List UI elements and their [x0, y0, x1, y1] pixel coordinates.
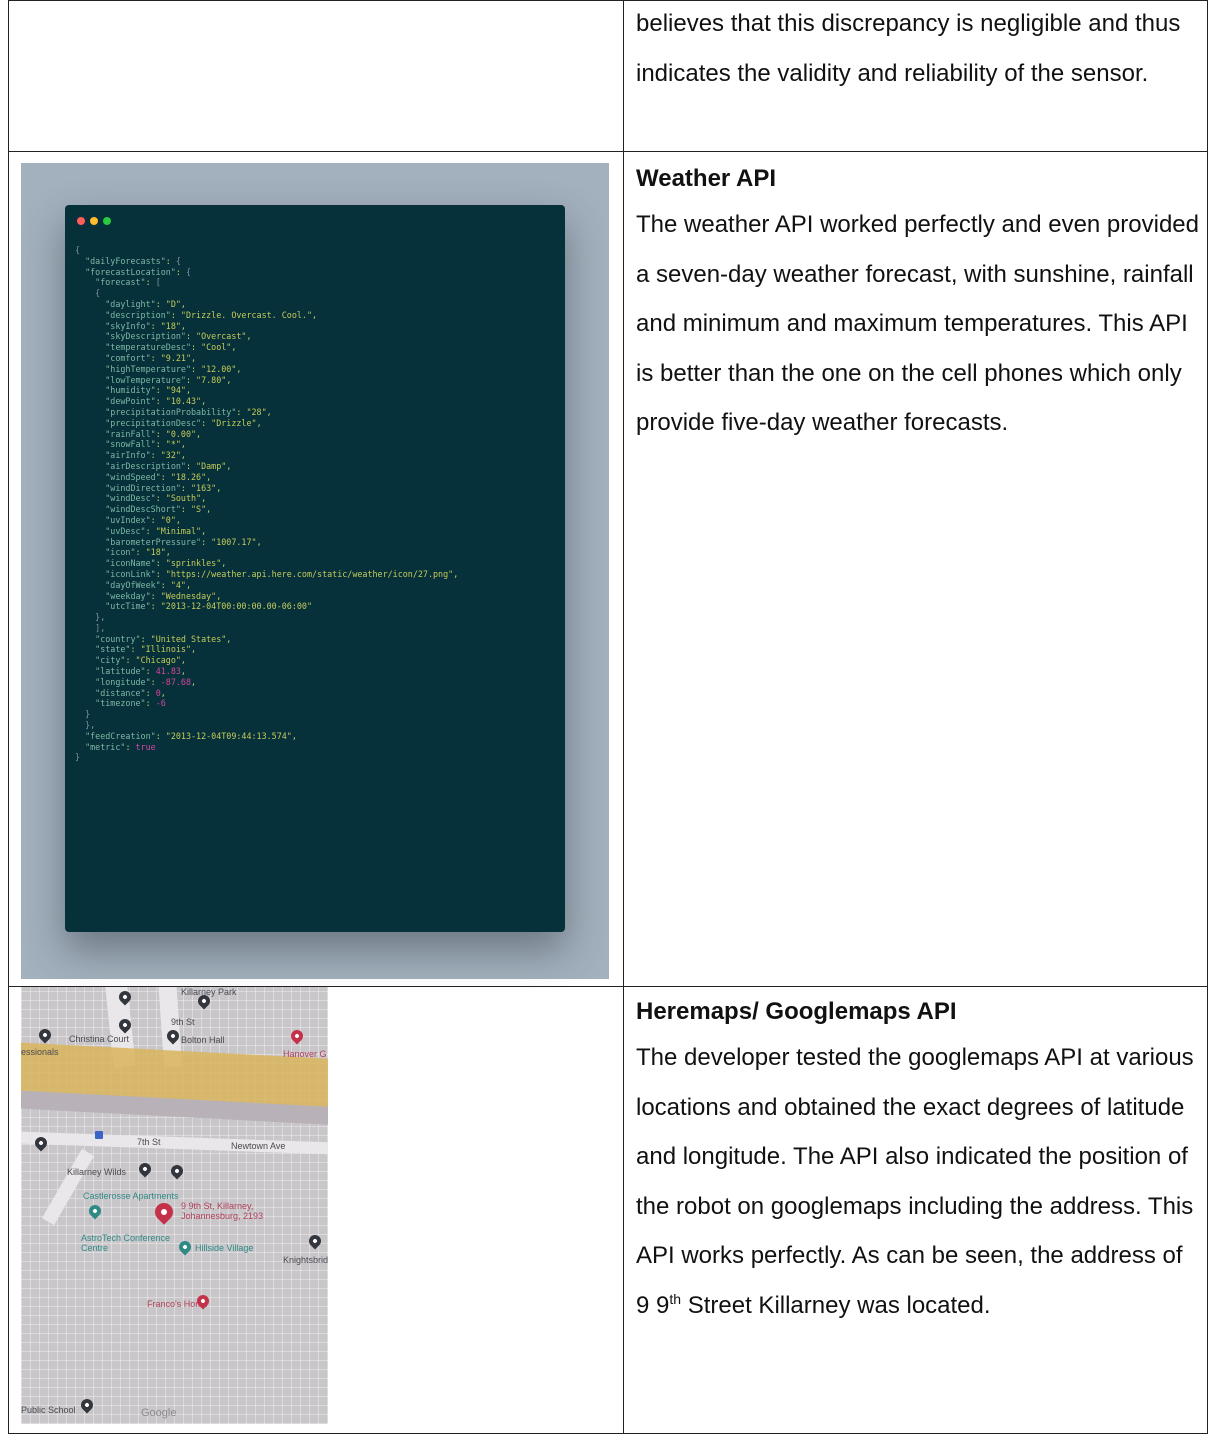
code-line: "lowTemperature": "7.80",: [105, 374, 232, 385]
code-line: "dailyForecasts": {: [85, 255, 181, 266]
map-label: 7th St: [137, 1137, 161, 1147]
code-line: "latitude": 41.83,: [95, 666, 186, 677]
code-line: "uvIndex": "0",: [105, 514, 181, 525]
map-label: Knightsbridge: [283, 1255, 328, 1265]
text-cell: believes that this discrepancy is neglig…: [623, 0, 1208, 152]
code-line: "city": "Chicago",: [95, 655, 186, 666]
transit-icon: [95, 1131, 103, 1139]
code-line: "iconLink": "https://weather.api.here.co…: [105, 568, 459, 579]
code-line: "skyInfo": "18",: [105, 320, 186, 331]
code-line: "humidity": "94",: [105, 385, 191, 396]
address-label: 9 9th St, Killarney, Johannesburg, 2193: [181, 1201, 264, 1221]
empty-cell: [8, 0, 624, 152]
json-code-block: { "dailyForecasts": { "forecastLocation"…: [75, 245, 458, 763]
minimize-dot-icon: [90, 217, 98, 225]
google-logo: Google: [141, 1407, 177, 1419]
code-line: "skyDescription": "Overcast",: [105, 331, 252, 342]
window-controls: [77, 217, 111, 225]
map-label: Hanover G: [283, 1049, 327, 1059]
map-label: Castlerosse Apartments: [83, 1191, 179, 1201]
code-line: }: [85, 709, 91, 720]
map-label: 9th St: [171, 1017, 195, 1027]
text-cell: Weather API The weather API worked perfe…: [623, 151, 1208, 987]
map-label: Public School: [21, 1405, 76, 1415]
code-line: "weekday": "Wednesday",: [105, 590, 222, 601]
code-line: "timezone": -6: [95, 698, 166, 709]
section-body: The weather API worked perfectly and eve…: [636, 211, 1199, 436]
table-row: { "dailyForecasts": { "forecastLocation"…: [8, 151, 1208, 987]
continuation-text: believes that this discrepancy is neglig…: [636, 10, 1181, 87]
code-line: "airInfo": "32",: [105, 450, 186, 461]
code-line: "uvDesc": "Minimal",: [105, 525, 207, 536]
image-cell: Killarney Park 9th St Christina Court Bo…: [8, 986, 624, 1434]
code-line: "description": "Drizzle. Overcast. Cool.…: [105, 309, 318, 320]
code-line: "snowFall": "*",: [105, 439, 186, 450]
code-line: {: [75, 245, 81, 255]
code-line: "highTemperature": "12.00",: [105, 363, 242, 374]
code-line: ],: [95, 622, 106, 633]
code-line: "feedCreation": "2013-12-04T09:44:13.574…: [85, 730, 297, 741]
code-line: },: [85, 720, 96, 731]
text-cell: Heremaps/ Googlemaps API The developer t…: [623, 986, 1208, 1434]
code-line: "windDesc": "South",: [105, 493, 207, 504]
close-dot-icon: [77, 217, 85, 225]
code-line: "country": "United States",: [95, 633, 232, 644]
map-label: Hillside Village: [195, 1243, 254, 1253]
code-line: "forecastLocation": {: [85, 266, 191, 277]
code-line: "barometerPressure": "1007.17",: [105, 536, 262, 547]
code-line: "state": "Illinois",: [95, 644, 197, 655]
map-label: Newtown Ave: [231, 1141, 286, 1151]
map-photo: Killarney Park 9th St Christina Court Bo…: [21, 987, 328, 1424]
code-line: "daylight": "D",: [105, 298, 186, 309]
map-label: Killarney Park: [181, 987, 237, 997]
table-row: Killarney Park 9th St Christina Court Bo…: [8, 986, 1208, 1434]
code-line: "longitude": -87.68,: [95, 676, 197, 687]
section-body: The developer tested the googlemaps API …: [636, 1033, 1199, 1330]
section-heading: Weather API: [636, 165, 777, 192]
code-line: "windDescShort": "S",: [105, 504, 212, 515]
maximize-dot-icon: [103, 217, 111, 225]
code-line: "icon": "18",: [105, 547, 171, 558]
section-heading: Heremaps/ Googlemaps API: [636, 998, 957, 1025]
code-line: }: [75, 752, 81, 763]
map-label: Christina Court: [69, 1034, 130, 1044]
code-line: },: [95, 612, 106, 623]
code-line: "forecast": [: [95, 277, 161, 288]
ordinal-suffix: th: [669, 1290, 682, 1307]
code-line: "comfort": "9.21",: [105, 352, 197, 363]
map-label: Killarney Wilds: [67, 1167, 127, 1177]
code-line: "windSpeed": "18.26",: [105, 471, 212, 482]
code-line: "precipitationProbability": "28",: [105, 406, 272, 417]
code-line: "iconName": "sprinkles",: [105, 558, 227, 569]
code-line: "airDescription": "Damp",: [105, 460, 232, 471]
table-row: believes that this discrepancy is neglig…: [8, 0, 1208, 152]
document-table: believes that this discrepancy is neglig…: [8, 0, 1208, 1434]
map-label: AstroTech Conference Centre: [81, 1233, 171, 1253]
map-label: Bolton Hall: [181, 1035, 225, 1045]
map-label: essionals: [21, 1047, 59, 1057]
code-line: "utcTime": "2013-12-04T00:00:00.00-06:00…: [105, 601, 313, 612]
code-line: "temperatureDesc": "Cool",: [105, 342, 237, 353]
code-line: "metric": true: [85, 741, 156, 752]
code-line: "rainFall": "0.00",: [105, 428, 202, 439]
code-line: "precipitationDesc": "Drizzle",: [105, 417, 262, 428]
code-line: "distance": 0,: [95, 687, 166, 698]
code-line: "dewPoint": "10.43",: [105, 396, 207, 407]
code-line: "dayOfWeek": "4",: [105, 579, 192, 590]
image-cell: { "dailyForecasts": { "forecastLocation"…: [8, 151, 624, 987]
code-window: { "dailyForecasts": { "forecastLocation"…: [65, 205, 565, 932]
body-main: The developer tested the googlemaps API …: [636, 1044, 1194, 1319]
json-code-screenshot: { "dailyForecasts": { "forecastLocation"…: [21, 163, 609, 979]
code-line: {: [95, 288, 101, 299]
code-line: "windDirection": "163",: [105, 482, 222, 493]
body-end: Street Killarney was located.: [681, 1291, 991, 1319]
